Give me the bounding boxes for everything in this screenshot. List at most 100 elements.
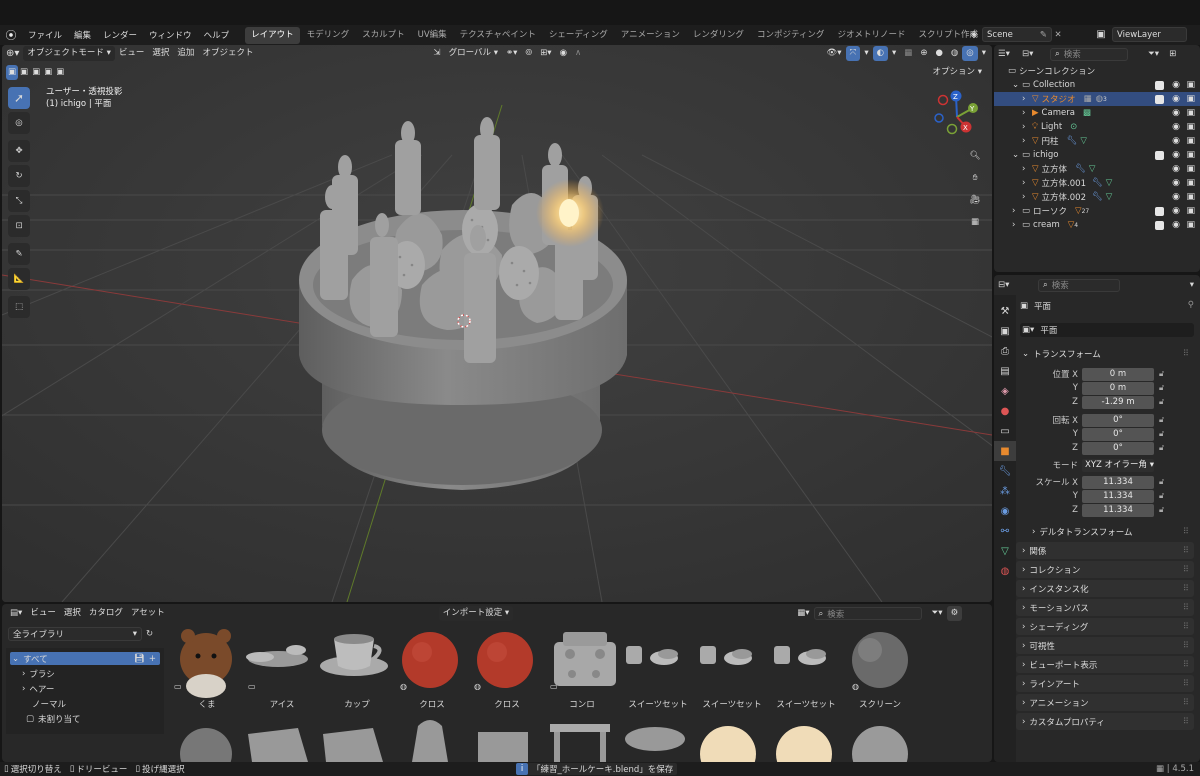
- shading-menu-icon[interactable]: ▾: [978, 46, 990, 61]
- include-checkbox[interactable]: [1155, 150, 1164, 160]
- outliner-editor-icon[interactable]: ☰▾: [998, 49, 1022, 59]
- panel-shading[interactable]: › シェーディング ⠿: [1016, 618, 1194, 635]
- tab-physics[interactable]: ◉: [994, 501, 1016, 521]
- render-camera-icon[interactable]: ▣: [1186, 192, 1195, 202]
- thumb-cup[interactable]: [320, 634, 388, 676]
- select-subtract-icon[interactable]: ▣: [30, 65, 42, 80]
- eye-icon[interactable]: ◉: [1172, 80, 1180, 90]
- blender-logo-icon[interactable]: ⦿: [0, 27, 22, 43]
- drag-handle-icon[interactable]: ⠿: [1183, 660, 1189, 670]
- measure-tool[interactable]: 📐: [8, 268, 30, 290]
- render-camera-icon[interactable]: ▣: [1186, 164, 1195, 174]
- render-camera-icon[interactable]: ▣: [1186, 220, 1195, 230]
- panel-line-art[interactable]: › ラインアート ⠿: [1016, 675, 1194, 692]
- tab-layout[interactable]: レイアウト: [245, 26, 300, 44]
- add-icon[interactable]: +: [149, 654, 156, 664]
- menu-select[interactable]: 選択: [148, 46, 173, 61]
- object-browse-icon[interactable]: ▣▾: [1022, 325, 1034, 335]
- render-camera-icon[interactable]: ▣: [1186, 80, 1195, 90]
- thumb-sweets-3[interactable]: [774, 646, 826, 665]
- expand-icon[interactable]: ›: [1022, 178, 1032, 188]
- expand-icon[interactable]: ⌄: [1012, 80, 1022, 90]
- library-dropdown[interactable]: 全ライブラリ ▾: [8, 627, 142, 641]
- rotation-mode-dropdown[interactable]: XYZ オイラー角 ▾: [1082, 458, 1154, 472]
- outliner-row[interactable]: › ▭ ローソク ▽ 27 ◉ ▣: [994, 204, 1200, 218]
- tab-rendering[interactable]: レンダリング: [687, 27, 750, 44]
- xray-icon[interactable]: ▦: [900, 46, 916, 61]
- catalog-item[interactable]: ノーマル: [32, 698, 66, 710]
- select-intersect-icon[interactable]: ▣: [54, 65, 66, 80]
- object-name-field[interactable]: ▣▾ 平面: [1020, 323, 1194, 337]
- overlay-toggle-icon[interactable]: ◐: [872, 46, 889, 61]
- include-checkbox[interactable]: [1155, 80, 1164, 90]
- options-dropdown[interactable]: オプション ▾: [929, 65, 986, 80]
- render-camera-icon[interactable]: ▣: [1186, 94, 1195, 104]
- scene-field[interactable]: Scene ✎: [982, 27, 1052, 42]
- rotation-z-field[interactable]: 0°: [1082, 441, 1154, 455]
- viewlayer-selector[interactable]: ▣ ViewLayer: [1090, 27, 1187, 42]
- tab-material[interactable]: ◍: [994, 561, 1016, 581]
- menu-add[interactable]: 追加: [173, 46, 198, 61]
- pin-icon[interactable]: ⚲: [1188, 300, 1194, 310]
- render-camera-icon[interactable]: ▣: [1186, 122, 1195, 132]
- filter-icon[interactable]: ⏷▾: [1148, 49, 1159, 59]
- drag-handle-icon[interactable]: ⠿: [1183, 679, 1189, 689]
- tab-world[interactable]: ●: [994, 401, 1016, 421]
- thumb-cloth-2[interactable]: [477, 632, 533, 688]
- panel-visibility[interactable]: › 可視性 ⠿: [1016, 637, 1194, 654]
- location-z-field[interactable]: -1.29 m: [1082, 395, 1154, 409]
- render-camera-icon[interactable]: ▣: [1186, 178, 1195, 188]
- menu-file[interactable]: ファイル: [22, 29, 68, 41]
- lock-icon[interactable]: 🔓︎: [1159, 477, 1164, 487]
- outliner-root[interactable]: ▭ シーンコレクション: [994, 64, 1200, 78]
- tab-data[interactable]: ▽: [994, 541, 1016, 561]
- expand-icon[interactable]: ›: [1022, 136, 1032, 146]
- snap-icon[interactable]: ⦾: [521, 46, 536, 61]
- expand-icon[interactable]: ›: [1022, 192, 1032, 202]
- import-settings-dropdown[interactable]: インポート設定 ▾: [438, 606, 514, 621]
- outliner-row[interactable]: › ▶ Camera ▩ ◉ ▣: [994, 106, 1200, 120]
- asset-menu-select[interactable]: 選択: [60, 606, 85, 621]
- include-checkbox[interactable]: [1155, 220, 1164, 230]
- include-checkbox[interactable]: [1155, 206, 1164, 216]
- move-tool[interactable]: ✥: [8, 140, 30, 162]
- tab-collection[interactable]: ▭: [994, 421, 1016, 441]
- outliner-row[interactable]: ⌄ ▭ Collection ◉ ▣: [994, 78, 1200, 92]
- expand-icon[interactable]: ›: [1022, 122, 1032, 132]
- menu-window[interactable]: ウィンドウ: [143, 29, 198, 41]
- panel-instancing[interactable]: › インスタンス化 ⠿: [1016, 580, 1194, 597]
- catalog-all[interactable]: ⌄ すべて 💾︎ +: [10, 652, 160, 665]
- outliner-row[interactable]: › ▽ 立方体.001 🔧︎ ▽ ◉ ▣: [994, 176, 1200, 190]
- eye-icon[interactable]: ◉: [1172, 136, 1180, 146]
- drag-handle-icon[interactable]: ⠿: [1183, 603, 1189, 613]
- tab-uv-editing[interactable]: UV編集: [412, 27, 453, 44]
- tab-tool[interactable]: ⚒: [994, 301, 1016, 321]
- settings-gear-icon[interactable]: ⚙: [946, 606, 963, 621]
- tab-output[interactable]: ⎙: [994, 341, 1016, 361]
- tab-constraints[interactable]: ⚯: [994, 521, 1016, 541]
- eye-icon[interactable]: ◉: [1172, 206, 1180, 216]
- thumb-ice[interactable]: [246, 645, 308, 667]
- drag-handle-icon[interactable]: ⠿: [1183, 698, 1189, 708]
- hand-icon[interactable]: ✋︎: [964, 167, 986, 189]
- editor-type-icon[interactable]: ⊕▾: [2, 46, 23, 61]
- ortho-grid-icon[interactable]: ▦: [964, 211, 986, 233]
- outliner-row[interactable]: › ▽ 立方体 🔧︎ ▽ ◉ ▣: [994, 162, 1200, 176]
- falloff-icon[interactable]: ∧: [571, 46, 585, 61]
- lock-icon[interactable]: 🔓︎: [1159, 369, 1164, 379]
- transform-tool[interactable]: ⊡: [8, 215, 30, 237]
- catalog-item[interactable]: › ブラシ: [22, 668, 55, 680]
- drag-handle-icon[interactable]: ⠿: [1183, 717, 1189, 727]
- catalog-item[interactable]: › ヘアー: [22, 683, 54, 695]
- transform-orientation[interactable]: グローバル ▾: [445, 46, 502, 61]
- proportional-edit-icon[interactable]: ◉: [556, 46, 571, 61]
- tab-shading[interactable]: シェーディング: [543, 27, 614, 44]
- render-camera-icon[interactable]: ▣: [1186, 108, 1195, 118]
- lock-icon[interactable]: 🔓︎: [1159, 383, 1164, 393]
- scale-x-field[interactable]: 11.334: [1082, 475, 1154, 489]
- rotation-y-field[interactable]: 0°: [1082, 427, 1154, 441]
- drag-handle-icon[interactable]: ⠿: [1183, 349, 1189, 359]
- thumb-sweets-1[interactable]: [626, 646, 678, 665]
- select-difference-icon[interactable]: ▣: [42, 65, 54, 80]
- outliner-row[interactable]: › ▭ cream ▽ 4 ◉ ▣: [994, 218, 1200, 232]
